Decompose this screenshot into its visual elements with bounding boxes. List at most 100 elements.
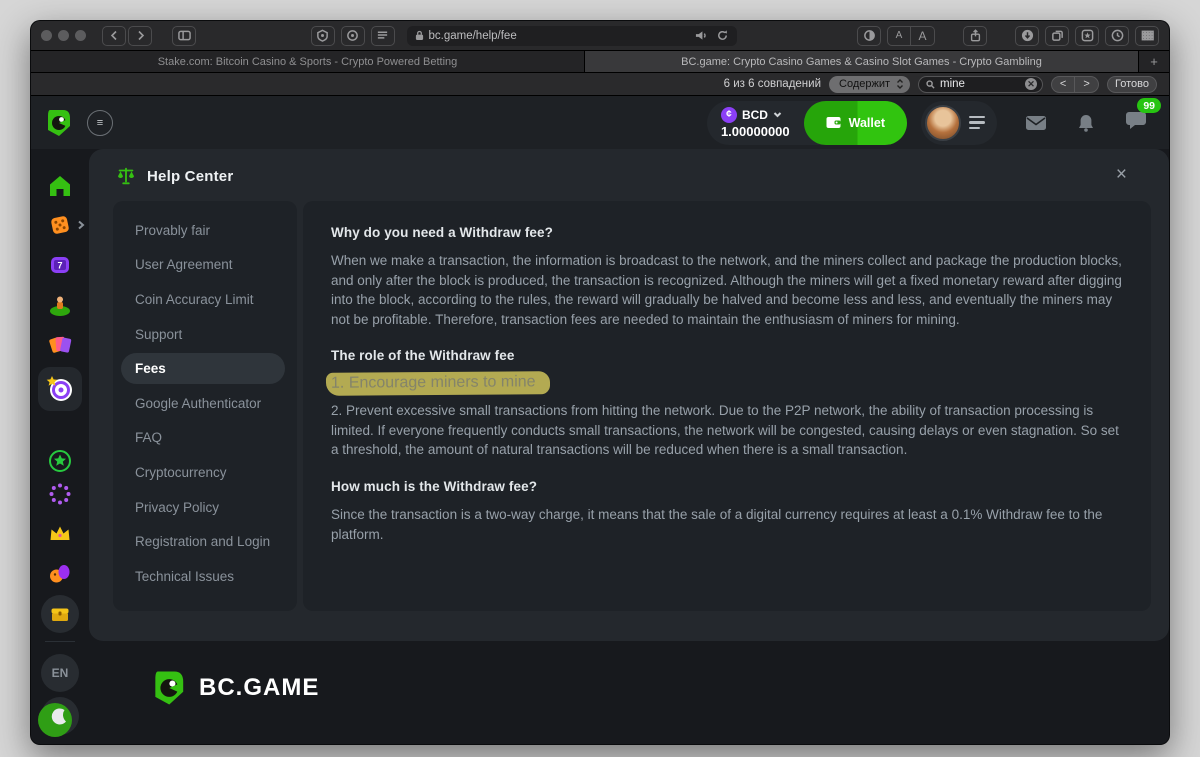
vip-crown-icon[interactable] bbox=[47, 521, 73, 547]
section-heading: The role of the Withdraw fee bbox=[331, 348, 1123, 363]
find-previous-button[interactable]: < bbox=[1051, 76, 1075, 93]
help-menu: Provably fair User Agreement Coin Accura… bbox=[113, 201, 297, 611]
help-center-modal: Help Center × Provably fair User Agreeme… bbox=[89, 149, 1169, 641]
notifications-bell-icon[interactable] bbox=[1075, 113, 1097, 133]
url-text: bc.game/help/fee bbox=[429, 30, 517, 42]
copy-tabs-icon[interactable] bbox=[1045, 26, 1069, 46]
extension-icon[interactable] bbox=[311, 26, 335, 46]
search-icon bbox=[926, 80, 935, 89]
tab-bcgame[interactable]: BC.game: Crypto Casino Games & Casino Sl… bbox=[585, 51, 1139, 72]
clear-search-icon[interactable]: ✕ bbox=[1025, 78, 1037, 90]
section-heading: How much is the Withdraw fee? bbox=[331, 479, 1123, 494]
lock-icon bbox=[415, 30, 424, 41]
currency-selector[interactable]: ¢ BCD bbox=[721, 107, 790, 123]
nav-rail: 7 bbox=[31, 149, 89, 745]
footer-brand: BC.GAME bbox=[149, 669, 319, 707]
site-body: 7 bbox=[31, 149, 1169, 745]
section-body: When we make a transaction, the informat… bbox=[331, 251, 1123, 329]
site-header: ≡ ¢ BCD 1.00000000 Wallet bbox=[31, 96, 1169, 149]
highlighted-text: 1. Encourage miners to mine bbox=[326, 371, 550, 396]
collapse-menu-icon[interactable]: ≡ bbox=[87, 110, 113, 136]
main-area: Help Center × Provably fair User Agreeme… bbox=[89, 149, 1170, 745]
tab-stake[interactable]: Stake.com: Bitcoin Casino & Sports - Cry… bbox=[31, 51, 585, 72]
bcgame-page: ≡ ¢ BCD 1.00000000 Wallet bbox=[31, 96, 1169, 745]
help-content: Why do you need a Withdraw fee? When we … bbox=[303, 201, 1151, 611]
decrease-text-button[interactable]: A bbox=[887, 26, 911, 46]
bcd-coin-icon: ¢ bbox=[721, 107, 737, 123]
friends-icon[interactable] bbox=[47, 561, 73, 587]
menu-item-coin-accuracy-limit[interactable]: Coin Accuracy Limit bbox=[113, 282, 297, 317]
menu-item-cryptocurrency[interactable]: Cryptocurrency bbox=[113, 455, 297, 490]
reload-icon[interactable] bbox=[716, 29, 729, 42]
avatar[interactable] bbox=[925, 105, 961, 141]
help-center-scales-icon bbox=[115, 165, 137, 187]
reader-view-button[interactable] bbox=[371, 26, 395, 46]
sidebar-toggle-button[interactable] bbox=[172, 26, 196, 46]
bcgame-footer-logo-icon bbox=[149, 669, 187, 707]
zoom-window-icon[interactable] bbox=[75, 30, 86, 41]
menu-item-faq[interactable]: FAQ bbox=[113, 421, 297, 456]
chat-badge: 99 bbox=[1137, 98, 1161, 113]
lottery-cards-icon[interactable] bbox=[47, 332, 73, 358]
find-next-button[interactable]: > bbox=[1075, 76, 1099, 93]
find-done-button[interactable]: Готово bbox=[1107, 76, 1157, 93]
menu-item-support[interactable]: Support bbox=[113, 317, 297, 352]
chest-icon[interactable] bbox=[41, 595, 79, 633]
profile-pill[interactable] bbox=[921, 101, 997, 145]
shield-contrast-icon[interactable] bbox=[857, 26, 881, 46]
menu-item-google-authenticator[interactable]: Google Authenticator bbox=[113, 386, 297, 421]
history-clock-icon[interactable] bbox=[1105, 26, 1129, 46]
minimize-window-icon[interactable] bbox=[58, 30, 69, 41]
back-button[interactable] bbox=[102, 26, 126, 46]
menu-item-user-agreement[interactable]: User Agreement bbox=[113, 248, 297, 283]
close-window-icon[interactable] bbox=[41, 30, 52, 41]
balance-amount: 1.00000000 bbox=[721, 124, 790, 139]
menu-item-privacy-policy[interactable]: Privacy Policy bbox=[113, 490, 297, 525]
menu-item-provably-fair[interactable]: Provably fair bbox=[113, 213, 297, 248]
menu-item-fees[interactable]: Fees bbox=[113, 351, 297, 386]
section-body: 2. Prevent excessive small transactions … bbox=[331, 401, 1123, 460]
mute-icon[interactable] bbox=[695, 29, 708, 42]
traffic-lights[interactable] bbox=[41, 30, 86, 41]
close-icon[interactable]: × bbox=[1116, 165, 1127, 184]
favorites-icon[interactable] bbox=[1075, 26, 1099, 46]
slots-icon[interactable]: 7 bbox=[47, 252, 73, 278]
expand-casino-icon[interactable] bbox=[77, 220, 85, 230]
find-search-input[interactable]: mine ✕ bbox=[918, 76, 1043, 93]
address-bar[interactable]: bc.game/help/fee bbox=[407, 26, 737, 46]
chevron-down-icon bbox=[773, 110, 782, 119]
downloads-icon[interactable] bbox=[1015, 26, 1039, 46]
increase-text-button[interactable]: A bbox=[911, 26, 935, 46]
bcgame-logo-icon[interactable] bbox=[43, 108, 73, 138]
currency-code: BCD bbox=[742, 108, 768, 122]
tab-overview-icon[interactable] bbox=[1135, 26, 1159, 46]
menu-item-registration-and-login[interactable]: Registration and Login bbox=[113, 524, 297, 559]
wallet-button[interactable]: Wallet bbox=[804, 101, 907, 145]
quests-target-icon[interactable] bbox=[38, 367, 82, 411]
tab-bar: Stake.com: Bitcoin Casino & Sports - Cry… bbox=[31, 51, 1169, 73]
community-icon[interactable] bbox=[47, 481, 73, 507]
browser-window: bc.game/help/fee A A Stake.com: Bitcoin … bbox=[30, 20, 1170, 745]
share-icon[interactable] bbox=[963, 26, 987, 46]
theme-toggle-moon-icon[interactable] bbox=[41, 697, 79, 735]
select-stepper-icon bbox=[896, 78, 904, 90]
chat-button[interactable]: 99 bbox=[1125, 110, 1147, 135]
svg-text:7: 7 bbox=[57, 261, 62, 271]
menu-item-technical-issues[interactable]: Technical Issues bbox=[113, 559, 297, 594]
extension2-icon[interactable] bbox=[341, 26, 365, 46]
forward-button[interactable] bbox=[128, 26, 152, 46]
profile-menu-icon bbox=[969, 116, 985, 130]
live-casino-icon[interactable] bbox=[47, 292, 73, 318]
mail-icon[interactable] bbox=[1025, 113, 1047, 133]
new-tab-button[interactable]: + bbox=[1139, 51, 1169, 72]
browser-toolbar: bc.game/help/fee A A bbox=[31, 21, 1169, 51]
casino-dice-icon[interactable] bbox=[47, 212, 73, 238]
section-heading: Why do you need a Withdraw fee? bbox=[331, 225, 1123, 240]
language-button[interactable]: EN bbox=[41, 654, 79, 692]
chat-bubble-icon bbox=[1125, 110, 1147, 130]
find-mode-select[interactable]: Содержит bbox=[829, 76, 910, 93]
rail-divider bbox=[45, 641, 75, 642]
bonus-star-icon[interactable] bbox=[47, 448, 73, 474]
home-icon[interactable] bbox=[47, 173, 73, 199]
find-match-count: 6 из 6 совпадений bbox=[724, 78, 821, 90]
